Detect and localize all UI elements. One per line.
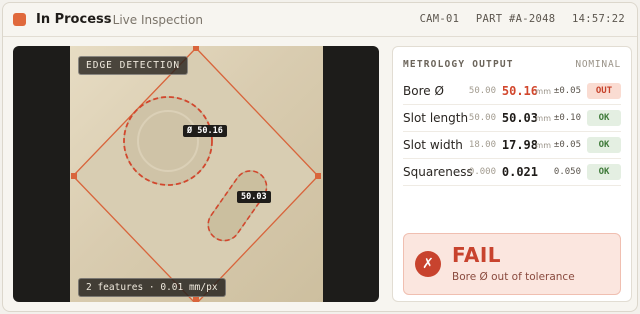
slot-measurement-label: 50.03 xyxy=(237,191,271,203)
status-title: In Process xyxy=(36,12,112,27)
edge-handle xyxy=(193,297,199,302)
metric-row: Slot length 50.00 50.03 mm ±0.10 OK xyxy=(403,106,621,132)
metric-unit: mm xyxy=(535,141,551,150)
bore-measurement-label: Ø 50.16 xyxy=(183,125,227,137)
status-subtitle: · Live Inspection xyxy=(105,13,203,27)
metric-row: Slot width 18.00 17.98 mm ±0.05 OK xyxy=(403,133,621,159)
clock: 14:57:22 xyxy=(572,13,625,25)
status-badge: OUT xyxy=(587,83,621,99)
detection-overlay xyxy=(71,46,321,302)
status-badge: OK xyxy=(587,110,621,126)
top-bar: In Process · Live Inspection CAM-01 PART… xyxy=(3,3,637,37)
metric-nominal: 0.000 xyxy=(468,167,496,177)
status-badge: OK xyxy=(587,164,621,180)
metric-tolerance: ±0.10 xyxy=(553,113,581,123)
metric-value: 50.03 xyxy=(501,111,538,125)
metric-tolerance: 0.050 xyxy=(553,167,581,177)
detection-mode-label: EDGE DETECTION xyxy=(78,56,189,75)
x-icon: ✗ xyxy=(415,251,441,277)
app-window: In Process · Live Inspection CAM-01 PART… xyxy=(2,2,638,312)
camera-id: CAM-01 xyxy=(419,13,460,25)
edge-handle xyxy=(193,46,199,51)
metric-unit: mm xyxy=(535,87,551,96)
metric-value: 50.16 xyxy=(501,84,538,98)
metrology-title: METROLOGY OUTPUT xyxy=(403,59,514,70)
metric-row: Bore Ø 50.00 50.16 mm ±0.05 OUT xyxy=(403,79,621,105)
edge-handle xyxy=(71,173,77,179)
verdict-title: FAIL xyxy=(452,243,502,267)
edge-handle xyxy=(315,173,321,179)
metric-nominal: 50.00 xyxy=(468,113,496,123)
metrology-panel: METROLOGY OUTPUT NOMINAL Bore Ø 50.00 50… xyxy=(392,46,632,302)
verdict-banner: ✗ FAIL Bore Ø out of tolerance xyxy=(403,233,621,295)
status-indicator-icon xyxy=(13,13,26,26)
verdict-message: Bore Ø out of tolerance xyxy=(452,271,575,283)
metric-name: Bore Ø xyxy=(403,84,444,98)
metric-nominal: 18.00 xyxy=(468,140,496,150)
metric-tolerance: ±0.05 xyxy=(553,140,581,150)
metric-value: 0.021 xyxy=(501,165,538,179)
metric-nominal: 50.00 xyxy=(468,86,496,96)
metric-row: Squareness 0.000 0.021 0.050 OK xyxy=(403,160,621,186)
part-number: PART #A-2048 xyxy=(475,13,556,25)
metric-name: Squareness xyxy=(403,165,473,179)
metric-tolerance: ±0.05 xyxy=(553,86,581,96)
feature-summary: 2 features · 0.01 mm/px xyxy=(78,278,226,297)
metric-value: 17.98 xyxy=(501,138,538,152)
metric-name: Slot length xyxy=(403,111,469,125)
metric-name: Slot width xyxy=(403,138,463,152)
camera-viewer[interactable]: EDGE DETECTION Ø 50.16 50.03 2 features … xyxy=(13,46,379,302)
status-badge: OK xyxy=(587,137,621,153)
nominal-column-header: NOMINAL xyxy=(575,59,621,70)
header-meta: CAM-01 PART #A-2048 14:57:22 xyxy=(410,13,625,25)
metric-unit: mm xyxy=(535,114,551,123)
